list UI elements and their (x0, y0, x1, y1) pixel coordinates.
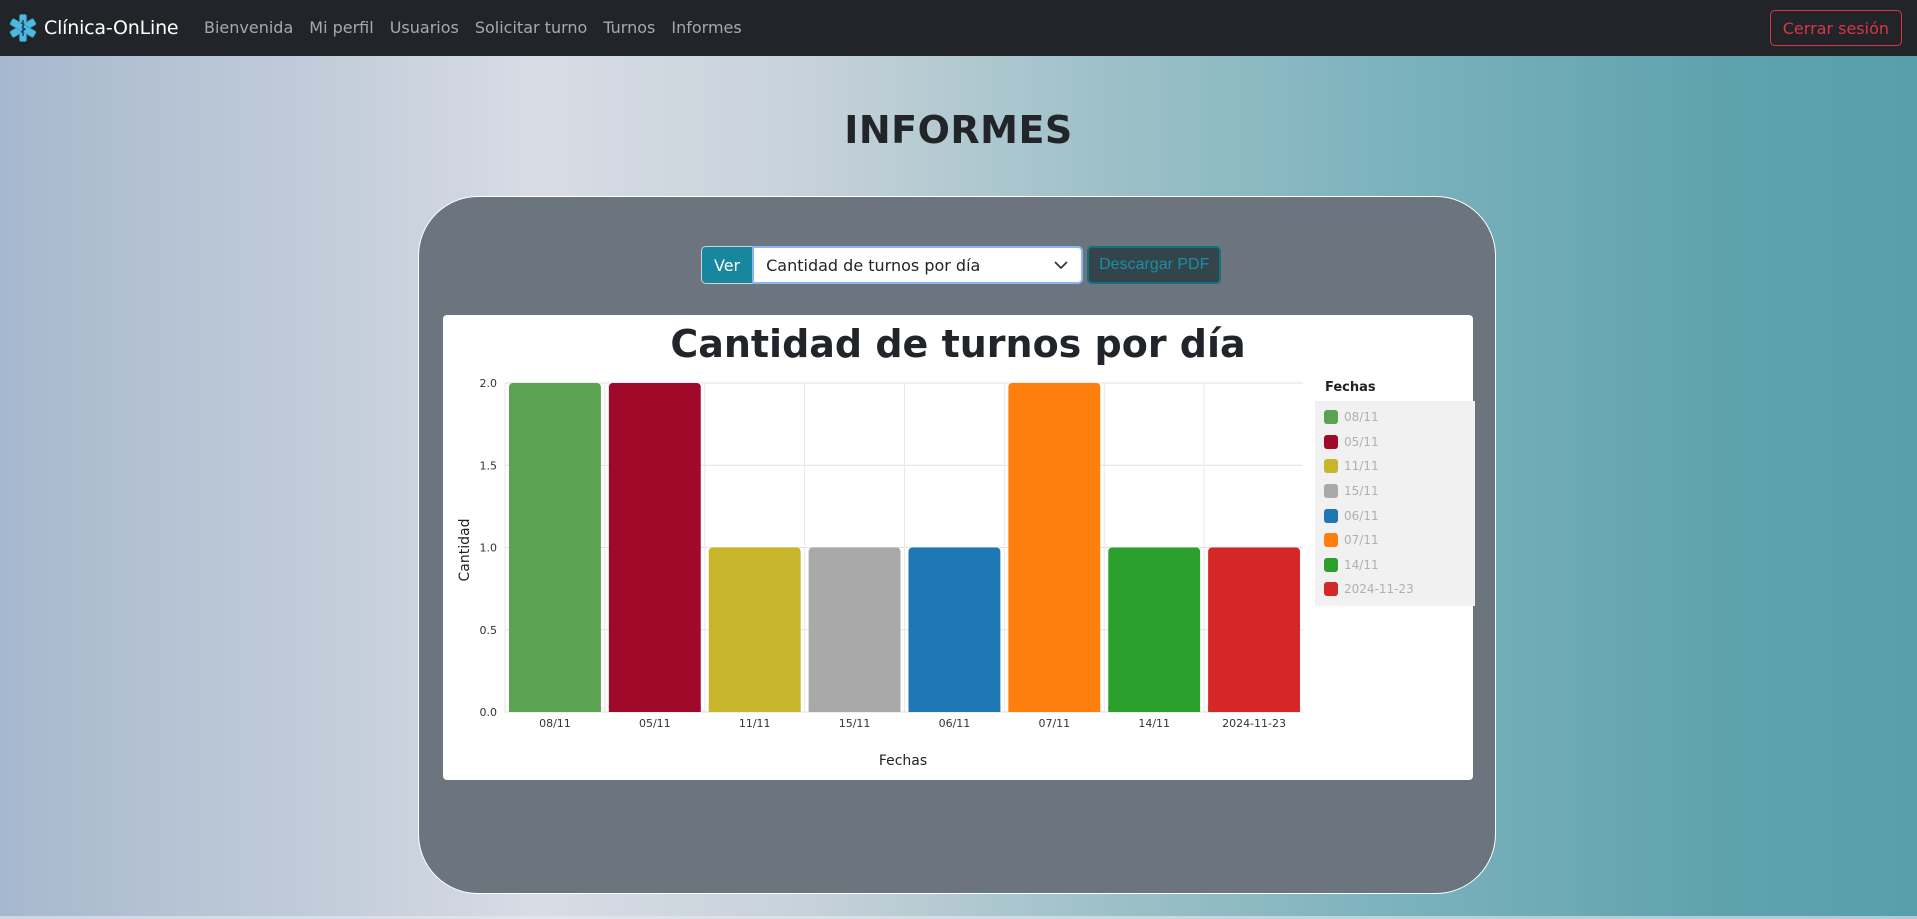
legend-swatch (1324, 410, 1338, 425)
legend-item-06/11[interactable]: 06/11 (1315, 503, 1475, 528)
chart-legend: Fechas 08/11 05/11 11/11 15/11 06/11 07/11 14/… (1315, 379, 1475, 606)
nav-usuarios[interactable]: Usuarios (382, 16, 467, 39)
legend-item-05/11[interactable]: 05/11 (1315, 430, 1475, 455)
legend-title: Fechas (1325, 380, 1376, 395)
ver-label: Ver (701, 246, 753, 284)
x-axis-label: Fechas (879, 753, 927, 769)
logout-button[interactable]: Cerrar sesión (1769, 10, 1902, 46)
brand-name: Clínica-OnLine (44, 17, 179, 39)
legend-swatch (1324, 557, 1338, 572)
bar-14/11[interactable] (1108, 547, 1201, 713)
chevron-down-icon (1054, 261, 1068, 269)
bar-11/11[interactable] (708, 547, 801, 713)
legend-items: 08/11 05/11 11/11 15/11 06/11 07/11 14/11 2024-… (1315, 401, 1475, 606)
download-pdf-button[interactable]: Descargar PDF (1087, 246, 1222, 284)
top-navbar: Clínica-OnLine Bienvenida Mi perfil Usua… (0, 0, 1917, 56)
chart-card: Cantidad de turnos por día 0.0 0.5 1.0 1.5 2… (443, 315, 1475, 780)
legend-label: 05/11 (1344, 434, 1379, 449)
x-tick-label: 08/11 (539, 717, 571, 730)
legend-label: 11/11 (1344, 459, 1379, 474)
x-tick-label: 07/11 (1038, 717, 1070, 730)
legend-item-14/11[interactable]: 14/11 (1315, 553, 1475, 578)
y-tick-label: 0.5 (480, 624, 498, 637)
legend-swatch (1324, 434, 1338, 449)
page-title: INFORMES (844, 108, 1073, 152)
x-tick-label: 2024-11-23 (1222, 717, 1286, 730)
legend-label: 06/11 (1344, 508, 1379, 523)
legend-swatch (1324, 582, 1338, 597)
bar-15/11[interactable] (808, 547, 901, 713)
bar-2024-11-23[interactable] (1208, 547, 1300, 713)
y-tick-label: 0.0 (480, 706, 498, 719)
bar-06/11[interactable] (908, 547, 1001, 713)
medical-star-of-life-icon (9, 14, 37, 42)
bar-08/11[interactable] (509, 383, 601, 712)
nav-solicitar-turno[interactable]: Solicitar turno (467, 16, 595, 39)
legend-label: 14/11 (1344, 557, 1379, 572)
legend-item-15/11[interactable]: 15/11 (1315, 479, 1475, 504)
bar-base (608, 706, 701, 712)
report-select-value: Cantidad de turnos por día (766, 255, 981, 275)
legend-label: 15/11 (1344, 484, 1379, 499)
bar-05/11[interactable] (608, 383, 701, 712)
reports-panel: Ver Cantidad de turnos por día Descargar… (418, 196, 1496, 894)
y-tick-label: 2.0 (480, 377, 498, 390)
chart-title: Cantidad de turnos por día (670, 322, 1245, 366)
bar-base (509, 706, 601, 712)
x-tick-label: 06/11 (939, 717, 971, 730)
bar-base (908, 706, 1001, 712)
bar-base (1208, 706, 1300, 712)
legend-swatch (1324, 533, 1338, 548)
x-tick-label: 15/11 (839, 717, 871, 730)
nav-links: Bienvenida Mi perfil Usuarios Solicitar … (196, 16, 750, 39)
y-tick-label: 1.5 (480, 459, 498, 472)
bar-base (1008, 706, 1101, 712)
bar-base (708, 706, 801, 712)
legend-swatch (1324, 508, 1338, 523)
legend-item-07/11[interactable]: 07/11 (1315, 528, 1475, 553)
nav-turnos[interactable]: Turnos (595, 16, 663, 39)
legend-item-2024-11-23[interactable]: 2024-11-23 (1315, 577, 1475, 602)
brand-link[interactable]: Clínica-OnLine (8, 12, 179, 44)
bar-base (1108, 706, 1201, 712)
bar-base (808, 706, 901, 712)
bar-chart: Cantidad de turnos por día 0.0 0.5 1.0 1.5 2… (457, 322, 1303, 769)
x-tick-label: 05/11 (639, 717, 671, 730)
x-tick-label: 14/11 (1138, 717, 1170, 730)
legend-swatch (1324, 459, 1338, 474)
y-tick-label: 1.0 (480, 542, 498, 555)
report-select[interactable]: Cantidad de turnos por día (752, 246, 1084, 284)
legend-swatch (1324, 484, 1338, 499)
legend-label: 08/11 (1344, 410, 1379, 425)
legend-item-11/11[interactable]: 11/11 (1315, 454, 1475, 479)
bar-07/11[interactable] (1008, 383, 1101, 712)
nav-bienvenida[interactable]: Bienvenida (196, 16, 301, 39)
legend-label: 2024-11-23 (1344, 582, 1414, 597)
nav-informes[interactable]: Informes (663, 16, 749, 39)
y-axis-label: Cantidad (457, 519, 473, 582)
x-tick-label: 11/11 (739, 717, 771, 730)
legend-label: 07/11 (1344, 533, 1379, 548)
legend-item-08/11[interactable]: 08/11 (1315, 405, 1475, 430)
nav-mi-perfil[interactable]: Mi perfil (301, 16, 381, 39)
report-controls: Ver Cantidad de turnos por día Descargar… (701, 246, 1222, 284)
